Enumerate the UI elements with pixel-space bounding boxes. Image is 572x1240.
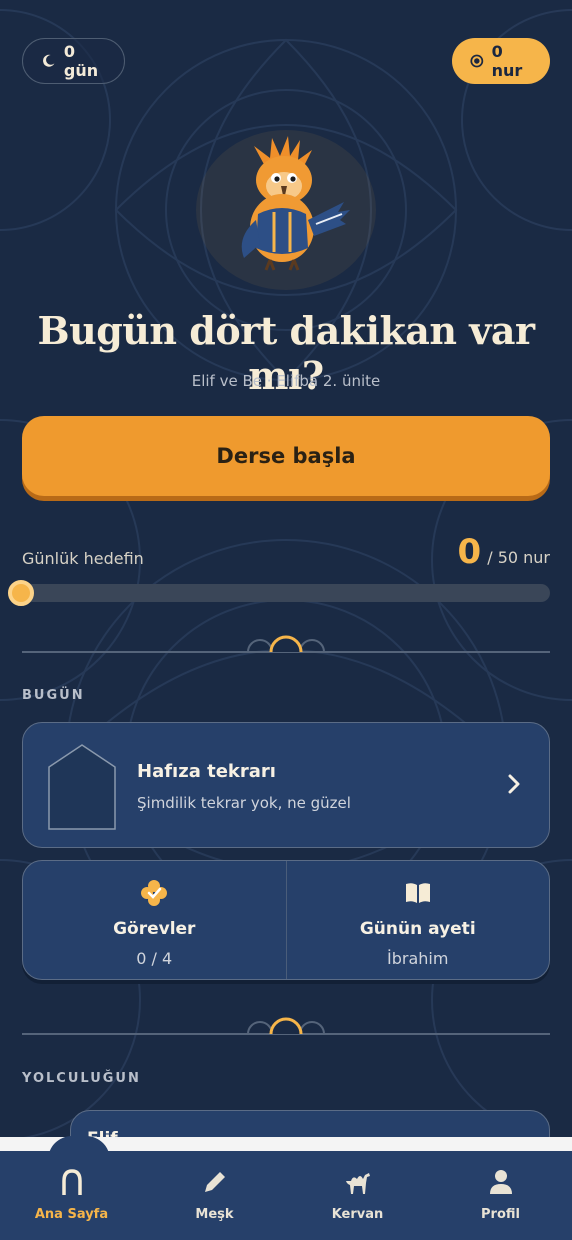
tab-kervan-label: Kervan (331, 1207, 384, 1222)
daily-goal-progress-track (22, 584, 550, 602)
tab-home[interactable]: Ana Sayfa (0, 1151, 143, 1240)
tab-profile-label: Profil (481, 1207, 520, 1222)
arch-door-icon (48, 744, 116, 830)
tasks-title: Görevler (113, 919, 196, 939)
verse-name: İbrahim (387, 949, 449, 968)
tab-profile[interactable]: Profil (429, 1151, 572, 1240)
nur-chip[interactable]: 0 nur (452, 38, 550, 84)
moon-icon (43, 54, 55, 67)
daily-goal-label: Günlük hedefin (22, 549, 144, 568)
nur-coin-icon (470, 54, 484, 68)
arch-icon (61, 1169, 82, 1195)
hoopoe-mascot (241, 136, 350, 271)
clover-icon (141, 880, 168, 906)
daily-goal-value: 0 / 50 nur (458, 532, 550, 572)
memory-review-card[interactable]: Hafıza tekrarı Şimdilik tekrar yok, ne g… (22, 722, 550, 848)
ornament-divider (22, 635, 550, 653)
tab-mesk[interactable]: Meşk (143, 1151, 286, 1240)
verse-panel[interactable]: Günün ayeti İbrahim (285, 861, 550, 979)
chevron-right-icon (508, 774, 520, 794)
verse-title: Günün ayeti (359, 919, 476, 939)
memory-review-subtitle: Şimdilik tekrar yok, ne güzel (137, 794, 351, 812)
daily-goal-current: 0 (457, 532, 482, 572)
tasks-panel[interactable]: Görevler 0 / 4 (23, 861, 286, 979)
nur-label: 0 nur (491, 42, 523, 80)
tab-kervan[interactable]: Kervan (286, 1151, 429, 1240)
memory-review-title: Hafıza tekrarı (137, 761, 276, 782)
tab-home-label: Ana Sayfa (34, 1207, 109, 1222)
daily-goal-target: / 50 nur (487, 548, 550, 567)
tab-mesk-label: Meşk (195, 1207, 234, 1222)
person-icon (489, 1170, 512, 1194)
today-split-card: Görevler 0 / 4 Günün ayeti İbrahim (22, 860, 550, 980)
pencil-icon (204, 1172, 225, 1192)
streak-label: 0 gün (63, 42, 99, 80)
section-title-journey: YOLCULUĞUN (22, 1071, 141, 1086)
camel-icon (345, 1173, 370, 1194)
daily-goal-progress-knob (8, 580, 34, 606)
open-book-icon (405, 883, 430, 903)
tasks-count: 0 / 4 (136, 949, 173, 968)
section-title-today: BUGÜN (22, 688, 85, 703)
streak-chip[interactable]: 0 gün (22, 38, 125, 84)
start-lesson-button[interactable]: Derse başla (22, 416, 550, 496)
lesson-subtitle: Elif ve Be · Elifba 2. ünite (191, 372, 381, 390)
ornament-divider (22, 1017, 550, 1035)
bottom-tab-bar: Ana Sayfa Meşk Kervan Profil (0, 1151, 572, 1240)
